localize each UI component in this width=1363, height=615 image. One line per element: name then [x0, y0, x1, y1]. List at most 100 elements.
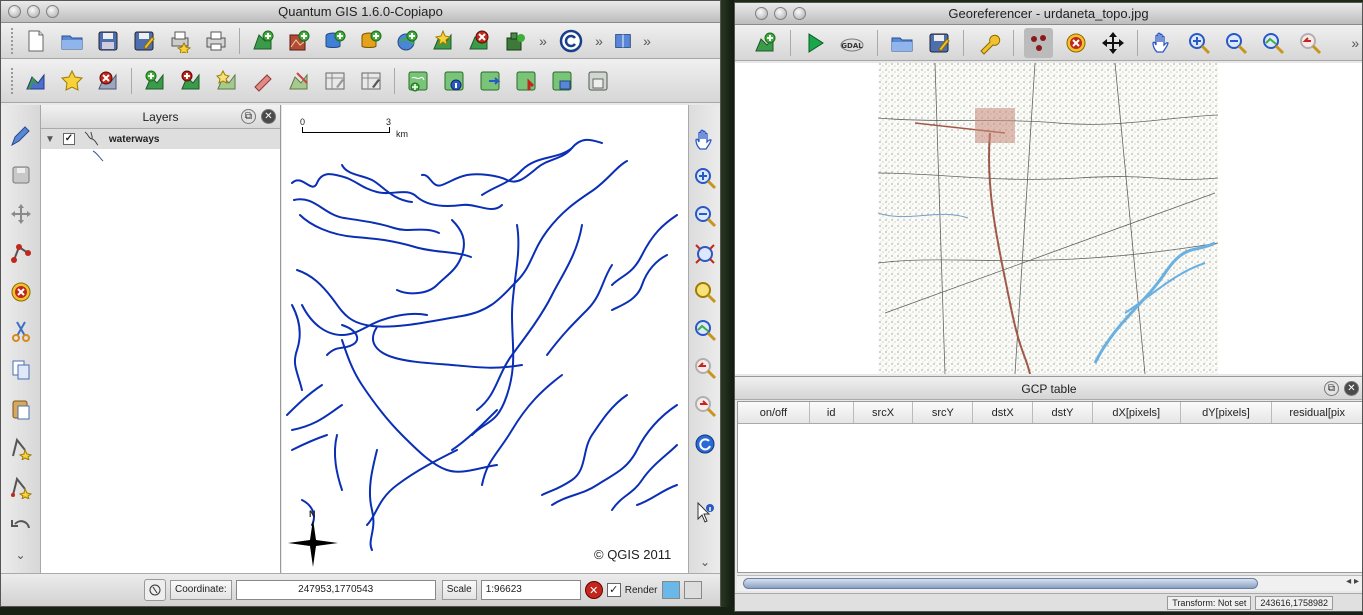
vertex-tool-icon[interactable] [284, 66, 314, 96]
zoom-full-icon[interactable] [691, 239, 719, 269]
column-header[interactable]: dstX [973, 402, 1034, 423]
zoom-last-icon[interactable] [691, 353, 719, 383]
georef-raster-view[interactable] [735, 63, 1362, 374]
column-header[interactable]: srcY [913, 402, 974, 423]
print-composer-icon[interactable] [165, 26, 195, 56]
render-checkbox[interactable]: ✓ [606, 583, 621, 597]
georef-zoom-window-button[interactable] [793, 7, 806, 20]
print-icon[interactable] [201, 26, 231, 56]
expand-arrow-icon[interactable]: ▼ [45, 134, 55, 145]
toggle-editing-icon[interactable] [21, 66, 51, 96]
new-project-icon[interactable] [21, 26, 51, 56]
show-bookmarks-icon[interactable] [511, 66, 541, 96]
float-panel-button[interactable]: ⧉ [241, 109, 256, 124]
digitize-pencil-icon[interactable] [5, 119, 37, 152]
coordinate-field[interactable]: 247953,1770543 [235, 580, 436, 600]
start-georeferencing-icon[interactable] [801, 28, 830, 58]
measure-icon[interactable] [403, 66, 433, 96]
mouse-tracking-icon[interactable] [144, 579, 166, 601]
gdal-script-icon[interactable]: GDAL [838, 28, 867, 58]
georef-zoom-to-layer-icon[interactable] [1259, 28, 1288, 58]
toolbar-grip-2[interactable] [11, 67, 15, 94]
zoom-to-selection-icon[interactable] [691, 277, 719, 307]
save-edits-icon[interactable] [5, 158, 37, 191]
delete-point-icon[interactable] [1061, 28, 1090, 58]
pan-hand-icon[interactable] [691, 125, 719, 155]
delete-selected-icon[interactable] [93, 66, 123, 96]
save-project-icon[interactable] [93, 26, 123, 56]
identify-features-icon[interactable] [691, 497, 719, 527]
gcp-float-button[interactable]: ⧉ [1324, 381, 1339, 396]
open-table-icon[interactable] [320, 66, 350, 96]
new-bookmark-icon[interactable] [475, 66, 505, 96]
zoom-next-icon[interactable] [691, 391, 719, 421]
add-wms-layer-icon[interactable] [392, 26, 422, 56]
toolbar-overflow-chevron[interactable]: » [536, 33, 550, 49]
add-to-overview-icon[interactable] [140, 66, 170, 96]
zoom-in-icon[interactable] [691, 163, 719, 193]
refresh-icon[interactable] [691, 429, 719, 459]
undo-icon[interactable] [5, 509, 37, 542]
mapcomposer-icon[interactable] [248, 66, 278, 96]
delete-feature-icon[interactable] [5, 275, 37, 308]
open-raster-icon[interactable] [751, 28, 780, 58]
georef-zoom-last-icon[interactable] [1296, 28, 1325, 58]
projection-icon[interactable] [661, 581, 680, 599]
paste-features-icon[interactable] [5, 392, 37, 425]
toolbar-overflow-chevron-2[interactable]: » [592, 33, 606, 49]
scrollbar-thumb[interactable] [743, 578, 1258, 589]
scrollbar-arrows[interactable]: ◂ ▸ [1346, 576, 1359, 587]
minimize-window-button[interactable] [27, 5, 40, 18]
move-gcp-icon[interactable] [1098, 28, 1127, 58]
copyright-icon[interactable] [556, 26, 586, 56]
toolbar-grip[interactable] [11, 27, 15, 54]
map-tips-icon[interactable] [547, 66, 577, 96]
georef-zoom-in-icon[interactable] [1185, 28, 1214, 58]
add-ring-icon[interactable] [5, 431, 37, 464]
map-tools-overflow[interactable]: ⌄ [698, 555, 712, 569]
gcp-close-button[interactable]: ✕ [1344, 381, 1359, 396]
gcp-table[interactable]: on/off id srcX srcY dstX dstY dX[pixels]… [737, 401, 1362, 573]
georef-pan-icon[interactable] [1148, 28, 1177, 58]
toolbar-overflow-chevron-3[interactable]: » [640, 33, 654, 49]
column-header[interactable]: srcX [854, 402, 914, 423]
column-header[interactable]: dY[pixels] [1181, 402, 1273, 423]
georef-toolbar-overflow[interactable]: » [1349, 35, 1362, 51]
georef-minimize-window-button[interactable] [774, 7, 787, 20]
close-window-button[interactable] [8, 5, 21, 18]
map-canvas[interactable]: 0 3 km N © QGIS 2011 [282, 105, 688, 573]
add-raster-layer-icon[interactable] [284, 26, 314, 56]
scale-input[interactable]: 1:96623 [480, 580, 581, 600]
side-toolbar-overflow[interactable]: ⌄ [14, 548, 28, 562]
georef-zoom-out-icon[interactable] [1222, 28, 1251, 58]
zoom-window-button[interactable] [46, 5, 59, 18]
column-header[interactable]: dstY [1033, 402, 1093, 423]
add-vector-layer-icon[interactable] [248, 26, 278, 56]
column-header[interactable]: id [810, 402, 854, 423]
add-part-icon[interactable] [5, 470, 37, 503]
save-map-image-icon[interactable] [583, 66, 613, 96]
remove-layer-icon[interactable] [464, 26, 494, 56]
layer-row-waterways[interactable]: ▼ ✓ waterways [41, 129, 280, 149]
zoom-out-icon[interactable] [691, 201, 719, 231]
help-icon[interactable] [612, 26, 634, 56]
cut-features-icon[interactable] [5, 314, 37, 347]
messages-icon[interactable] [683, 581, 702, 599]
node-tool-icon[interactable] [5, 236, 37, 269]
save-as-icon[interactable] [129, 26, 159, 56]
zoom-to-layer-icon[interactable] [691, 315, 719, 345]
open-project-icon[interactable] [57, 26, 87, 56]
gcp-horizontal-scrollbar[interactable]: ◂ ▸ [737, 575, 1362, 591]
plugin-icon[interactable] [500, 26, 530, 56]
column-header[interactable]: residual[pix [1272, 402, 1362, 423]
transformation-settings-icon[interactable] [974, 28, 1003, 58]
layer-properties-icon[interactable] [439, 66, 469, 96]
add-postgis-layer-icon[interactable] [320, 26, 350, 56]
hide-all-layers-icon[interactable] [212, 66, 242, 96]
add-point-icon[interactable] [1024, 27, 1054, 58]
column-header[interactable]: dX[pixels] [1093, 402, 1181, 423]
capture-point-icon[interactable] [57, 66, 87, 96]
stop-render-icon[interactable]: ✕ [584, 581, 603, 599]
close-panel-button[interactable]: ✕ [261, 109, 276, 124]
identify-icon[interactable] [356, 66, 386, 96]
